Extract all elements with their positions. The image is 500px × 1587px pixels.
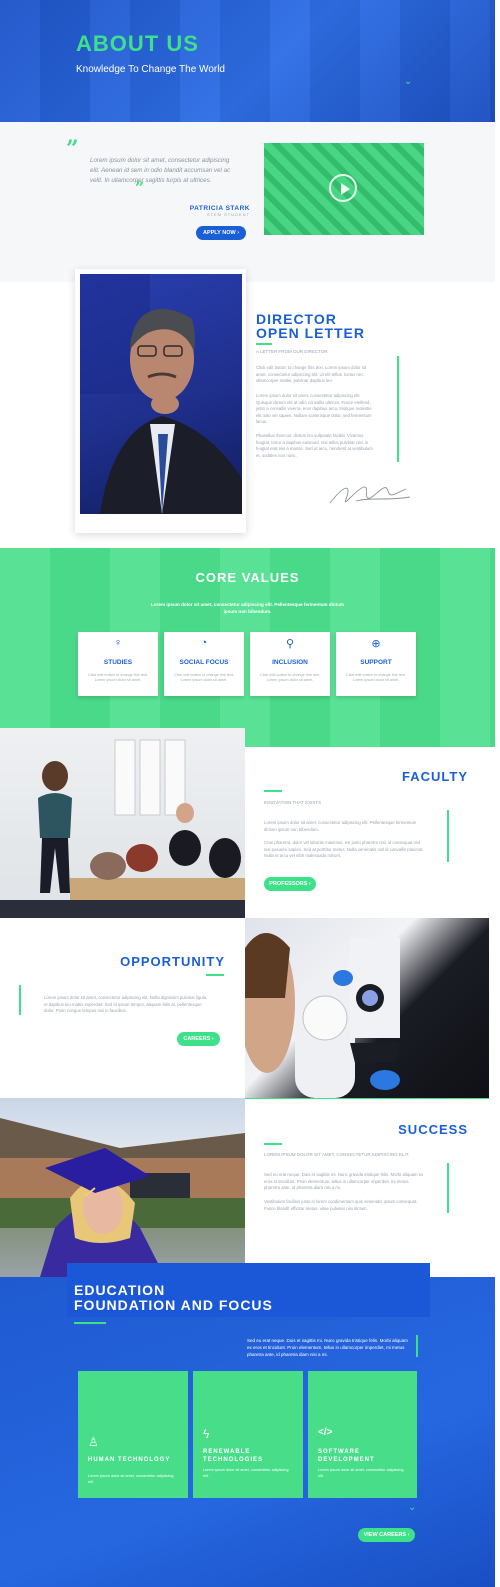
success-tagline: LOREM IPSUM DOLOR SIT AMET, CONSECTETUR … [264, 1152, 410, 1157]
program-card-text: Lorem ipsum dolor sit amet, consectetur … [88, 1474, 174, 1484]
program-card-software-development[interactable]: </> SOFTWARE DEVELOPMENT Lorem ipsum dol… [308, 1371, 417, 1498]
quote-close-icon: ” [135, 178, 145, 197]
education-title-line2: FOUNDATION AND FOCUS [74, 1297, 273, 1313]
opportunity-title: OPPORTUNITY [120, 954, 225, 969]
director-paragraph-2: Lorem ipsum dolor sit amet, consectetur … [256, 393, 372, 424]
hero-section: ABOUT US Knowledge To Change The World ⌄ [0, 0, 495, 122]
core-values-intro: Lorem ipsum dolor sit amet, consectetur … [151, 602, 344, 614]
program-card-title-2: TECHNOLOGIES [203, 1457, 264, 1463]
accent-bar [447, 810, 449, 862]
apply-now-button[interactable]: APPLY NOW › [196, 226, 246, 240]
lightbulb-icon: ♀ [113, 637, 123, 649]
accent-bar [397, 356, 399, 462]
program-card-title-2: DEVELOPMENT [318, 1457, 375, 1463]
chevron-down-icon[interactable]: ⌄ [404, 76, 412, 87]
careers-button[interactable]: CAREERS › [177, 1032, 220, 1046]
program-card-human-technology[interactable]: ♙ HUMAN TECHNOLOGY Lorem ipsum dolor sit… [78, 1371, 188, 1498]
opportunity-photo [245, 918, 489, 1098]
education-title-line1: EDUCATION [74, 1282, 166, 1298]
value-card-title: INCLUSION [272, 659, 308, 666]
lightning-icon: ϟ [203, 1427, 210, 1441]
faculty-paragraph-1: Lorem ipsum dolor sit amet, consectetur … [264, 820, 417, 832]
testimonial-role: STEM STUDENT [206, 212, 250, 217]
value-card-title: STUDIES [103, 659, 133, 666]
code-icon: </> [318, 1427, 333, 1438]
director-paragraph-3: Phasellus rhoncus, dictum leo vulputate … [256, 433, 373, 458]
director-title-line2: OPEN LETTER [256, 325, 366, 341]
professors-button[interactable]: PROFESSORS › [264, 877, 316, 891]
title-divider [206, 974, 224, 976]
success-title: SUCCESS [398, 1122, 468, 1137]
program-card-title: SOFTWARE [318, 1449, 360, 1455]
video-thumbnail[interactable] [264, 143, 424, 235]
success-photo [0, 1098, 245, 1277]
person-icon: ♙ [88, 1435, 99, 1449]
value-card-text: Click edit button to change this text. L… [88, 673, 148, 682]
hero-background-image [0, 0, 495, 122]
hero-subtitle: Knowledge To Change The World [76, 64, 225, 75]
globe-icon: ◔ [200, 637, 208, 649]
network-icon: ⚲ [285, 638, 295, 650]
program-card-title: RENEWABLE [203, 1449, 251, 1455]
value-card-title: SOCIAL FOCUS [179, 659, 229, 666]
testimonial-quote: Lorem ipsum dolor sit amet, consectetur … [90, 157, 231, 184]
faculty-photo [0, 728, 245, 918]
value-card-support[interactable]: ⊕ SUPPORT Click edit button to change th… [336, 632, 416, 696]
accent-bar [416, 1335, 418, 1357]
success-paragraph-1: Sed eu erat neque. Duis et sagittis mi. … [264, 1172, 424, 1190]
accent-bar [447, 1163, 449, 1213]
value-card-text: Click edit button to change this text. L… [260, 673, 320, 682]
opportunity-text: Lorem ipsum dolor sit amet, consectetur … [44, 995, 208, 1013]
program-card-text: Lorem ipsum dolor sit amet, consectetur … [203, 1468, 289, 1478]
value-card-inclusion[interactable]: ⚲ INCLUSION Click edit button to change … [250, 632, 330, 696]
program-card-text: Lorem ipsum dolor sit amet, consectetur … [318, 1468, 404, 1478]
program-card-title: HUMAN TECHNOLOGY [88, 1457, 171, 1463]
page-title: ABOUT US [76, 31, 199, 56]
program-card-renewable-technologies[interactable]: ϟ RENEWABLE TECHNOLOGIES Lorem ipsum dol… [193, 1371, 303, 1498]
value-card-text: Click edit button to change this text. L… [174, 673, 234, 682]
value-card-title: SUPPORT [360, 659, 392, 666]
faculty-tagline: INNOVATION THAT EXISTS [264, 800, 322, 805]
title-divider [74, 1322, 106, 1324]
title-divider [264, 1143, 282, 1145]
director-signature [326, 477, 412, 513]
director-paragraph-1: Click edit button to change this text. L… [256, 365, 367, 383]
play-icon[interactable] [329, 174, 357, 202]
accent-bar [19, 985, 21, 1015]
core-values-title: CORE VALUES [195, 570, 300, 585]
success-paragraph-2: Vestibulum facilisis justo in lorem cond… [264, 1199, 418, 1211]
section-divider [245, 1098, 489, 1099]
quote-open-icon: ” [66, 136, 79, 162]
faculty-title: FACULTY [402, 769, 468, 784]
education-text: Sed eu erat neque. Duis et sagittis mi. … [247, 1338, 408, 1357]
testimonial-name: PATRICIA STARK [189, 205, 250, 212]
value-card-text: Click edit button to change this text. L… [346, 673, 406, 682]
value-card-studies[interactable]: ♀ STUDIES Click edit button to change th… [78, 632, 158, 696]
value-card-social-focus[interactable]: ◔ SOCIAL FOCUS Click edit button to chan… [164, 632, 244, 696]
director-photo [80, 274, 242, 514]
title-divider [256, 343, 272, 345]
lifebuoy-icon: ⊕ [371, 638, 381, 650]
view-careers-button[interactable]: VIEW CAREERS › [358, 1528, 415, 1542]
faculty-paragraph-2: Cras pharetra, dolor vel lobortis maximu… [264, 840, 424, 858]
director-title-line1: DIRECTOR [256, 311, 337, 327]
chevron-down-icon[interactable]: ⌄ [408, 1502, 416, 1513]
title-divider [264, 790, 282, 792]
director-tagline: A LETTER FROM OUR DIRECTOR [256, 349, 328, 354]
